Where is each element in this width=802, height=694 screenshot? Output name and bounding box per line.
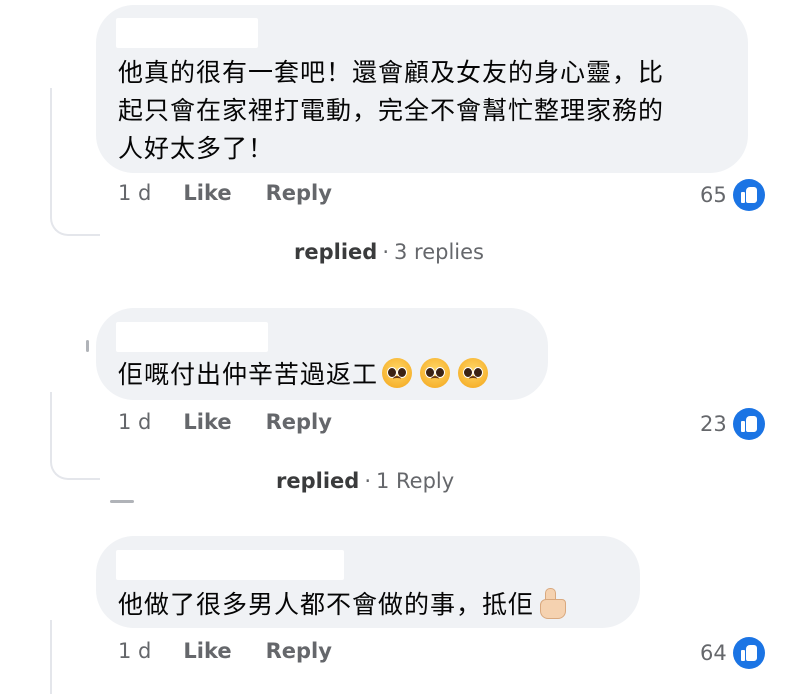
like-button[interactable]: Like [183,639,231,663]
comment-text: 他做了很多男人都不會做的事，抵佢 [118,586,628,624]
reply-button[interactable]: Reply [266,639,332,663]
comment-line: 人好太多了！ [118,134,275,163]
comment-actions: 1 d Like Reply [118,410,366,434]
thread-line [50,88,52,208]
replied-label: replied [294,240,378,264]
pleading-face-icon [382,358,413,388]
comment-text: 佢嘅付出仲辛苦過返工 [118,356,538,394]
separator: · [382,240,389,264]
comment-actions: 1 d Like Reply [118,639,366,663]
pleading-face-icon [420,358,451,388]
comment-text: 他真的很有一套吧！還會顧及女友的身心靈，比 起只會在家裡打電動，完全不會幫忙整理… [118,54,738,168]
separator: · [364,469,371,493]
thumbs-up-icon [536,587,567,619]
like-count: 64 [700,641,727,665]
reaction-count[interactable]: 23 [700,408,765,440]
reply-connector [50,452,100,480]
like-count: 23 [700,412,727,436]
reply-count: 1 Reply [376,469,455,493]
like-reaction-icon [732,637,765,669]
redacted-author-name [116,550,344,580]
comment-line: 他真的很有一套吧！還會顧及女友的身心靈，比 [118,58,665,87]
comment-line: 佢嘅付出仲辛苦過返工 [118,360,379,389]
view-replies-link[interactable]: replied · 1 Reply [276,469,454,493]
reply-button[interactable]: Reply [266,181,332,205]
like-reaction-icon [732,408,765,440]
like-button[interactable]: Like [183,410,231,434]
view-replies-link[interactable]: replied · 3 replies [294,240,484,264]
comment-actions: 1 d Like Reply [118,181,366,205]
like-reaction-icon [732,179,765,211]
like-count: 65 [700,183,727,207]
like-button[interactable]: Like [183,181,231,205]
redacted-author-name [116,322,268,352]
replied-label: replied [276,469,360,493]
thread-line [50,392,52,452]
reply-connector [50,208,100,236]
reply-button[interactable]: Reply [266,410,332,434]
comment-line: 起只會在家裡打電動，完全不會幫忙整理家務的 [118,96,665,125]
comment-timestamp[interactable]: 1 d [118,639,151,663]
reply-count: 3 replies [394,240,484,264]
redacted-author-name [116,18,258,48]
comment-timestamp[interactable]: 1 d [118,181,151,205]
pleading-face-icon [458,358,489,388]
edge-mark [110,500,134,503]
edge-mark [86,340,89,352]
reaction-count[interactable]: 65 [700,179,765,211]
comment-timestamp[interactable]: 1 d [118,410,151,434]
thread-line [50,620,52,694]
reaction-count[interactable]: 64 [700,637,765,669]
comment-line: 他做了很多男人都不會做的事，抵佢 [118,590,535,619]
